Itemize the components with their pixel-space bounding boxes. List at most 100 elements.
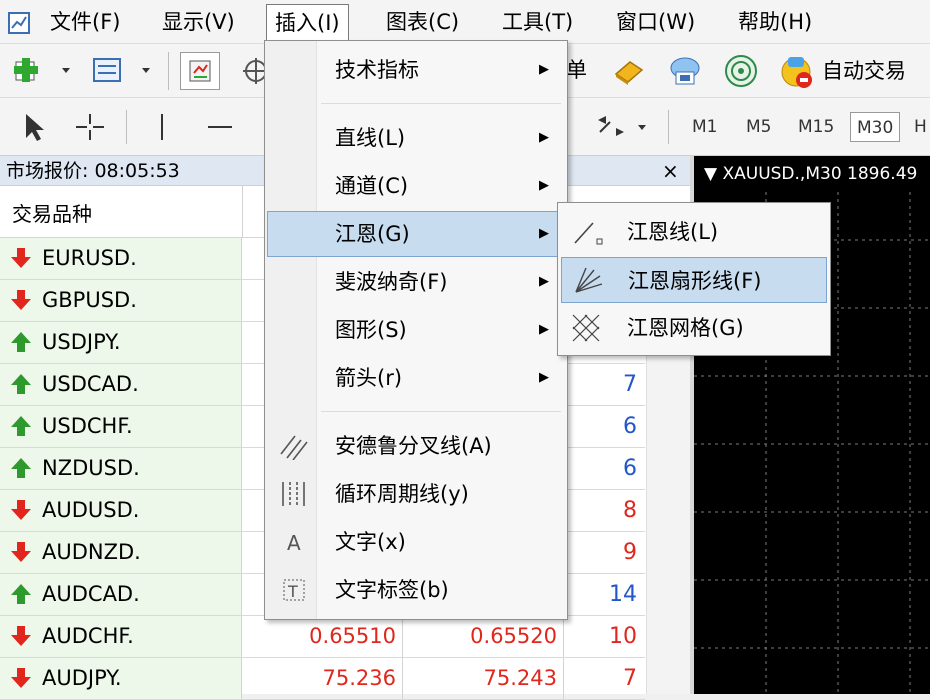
eraser-icon[interactable] [612, 56, 646, 86]
gann-submenu: 江恩线(L) 江恩扇形线(F) 江恩网格(G) [557, 202, 831, 356]
new-chart-button[interactable] [12, 56, 74, 86]
menu-window[interactable]: 窗口(W) [608, 6, 703, 38]
arrow-down-icon [10, 247, 32, 269]
menu-item-arrows[interactable]: 箭头(r) ▶ [267, 355, 565, 401]
menubar: 文件(F) 显示(V) 插入(I) 图表(C) 工具(T) 窗口(W) 帮助(H… [0, 0, 930, 44]
spread-cell: 14 [609, 582, 637, 607]
wifi-signal-icon[interactable] [724, 54, 758, 88]
andrews-pitchfork-icon [279, 432, 309, 461]
signals-icon[interactable] [668, 54, 702, 88]
symbol-cell: EURUSD. [0, 238, 242, 279]
symbol-name: AUDJPY. [42, 666, 122, 690]
menu-help[interactable]: 帮助(H) [730, 6, 820, 38]
ask-cell: 0.65520 [404, 616, 564, 657]
arrow-up-icon [10, 373, 32, 395]
timeframe-m30[interactable]: M30 [850, 112, 901, 142]
spread-cell: 6 [623, 414, 637, 439]
symbol-cell: AUDNZD. [0, 532, 242, 573]
symbol-name: AUDUSD. [42, 498, 140, 522]
gann-fan-icon [572, 266, 604, 296]
profiles-button[interactable] [90, 56, 156, 86]
spread-cell: 10 [609, 624, 637, 649]
symbol-cell: USDCAD. [0, 364, 242, 405]
ask-cell: 75.243 [404, 658, 564, 699]
menu-file[interactable]: 文件(F) [42, 6, 128, 38]
submenu-arrow-icon: ▶ [539, 62, 549, 77]
gann-line-icon [571, 217, 603, 247]
menu-view[interactable]: 显示(V) [154, 6, 243, 38]
timeframe-m1[interactable]: M1 [686, 112, 723, 142]
timeframe-h[interactable]: H [908, 112, 930, 142]
chart-collapse-icon[interactable]: ▼ [704, 164, 722, 184]
chart-header: ▼ XAUUSD.,M30 1896.49 [704, 164, 917, 184]
submenu-arrow-icon: ▶ [539, 178, 549, 193]
text-icon: A [279, 528, 309, 556]
arrow-up-icon [10, 583, 32, 605]
cursor-icon[interactable] [22, 112, 48, 142]
menu-item-indicators[interactable]: 技术指标 ▶ [267, 47, 565, 93]
submenu-arrow-icon: ▶ [539, 322, 549, 337]
submenu-item-gann-line[interactable]: 江恩线(L) [561, 209, 827, 255]
symbol-cell: NZDUSD. [0, 448, 242, 489]
arrows-dropdown-icon[interactable] [594, 112, 654, 142]
spread-cell: 7 [623, 666, 637, 691]
menu-item-andrews-pitchfork[interactable]: 安德鲁分叉线(A) [267, 423, 565, 469]
symbol-name: AUDNZD. [42, 540, 141, 564]
toolbar-partial-label[interactable]: 单 [566, 54, 587, 86]
submenu-arrow-icon: ▶ [539, 370, 549, 385]
submenu-item-gann-grid[interactable]: 江恩网格(G) [561, 305, 827, 351]
menu-item-fibonacci[interactable]: 斐波纳奇(F) ▶ [267, 259, 565, 305]
bid-cell: 75.236 [243, 658, 403, 699]
symbol-cell: GBPUSD. [0, 280, 242, 321]
arrow-down-icon [10, 667, 32, 689]
crosshair-button[interactable] [240, 56, 267, 86]
menu-item-channels[interactable]: 通道(C) ▶ [267, 163, 565, 209]
symbol-cell: USDJPY. [0, 322, 242, 363]
gann-grid-icon [571, 313, 603, 343]
menu-tools[interactable]: 工具(T) [494, 6, 581, 38]
menu-item-gann[interactable]: 江恩(G) ▶ [267, 211, 565, 257]
timeframe-m5[interactable]: M5 [740, 112, 777, 142]
arrow-down-icon [10, 541, 32, 563]
menu-insert[interactable]: 插入(I) [266, 4, 349, 42]
symbol-name: USDJPY. [42, 330, 121, 354]
submenu-arrow-icon: ▶ [539, 130, 549, 145]
symbol-cell: AUDCAD. [0, 574, 242, 615]
submenu-item-gann-fan[interactable]: 江恩扇形线(F) [561, 257, 827, 303]
crosshair-tool-icon[interactable] [74, 112, 106, 142]
spread-cell: 9 [623, 540, 637, 565]
market-watch-title: 市场报价: 08:05:53 [6, 160, 180, 182]
symbol-cell: USDCHF. [0, 406, 242, 447]
auto-trading-button[interactable]: 自动交易 [778, 52, 928, 90]
menu-item-lines[interactable]: 直线(L) ▶ [267, 115, 565, 161]
menu-charts[interactable]: 图表(C) [378, 6, 467, 38]
cycle-lines-icon [279, 480, 309, 508]
symbol-cell: AUDCHF. [0, 616, 242, 657]
auto-trading-label: 自动交易 [822, 59, 906, 83]
horizontal-line-icon[interactable] [206, 112, 234, 142]
arrow-down-icon [10, 499, 32, 521]
market-watch-toggle-button[interactable] [180, 52, 220, 90]
close-icon[interactable]: × [662, 158, 679, 184]
menu-item-shapes[interactable]: 图形(S) ▶ [267, 307, 565, 353]
menu-item-cycle-lines[interactable]: 循环周期线(y) [267, 471, 565, 517]
symbol-name: GBPUSD. [42, 288, 137, 312]
app-icon [8, 12, 30, 34]
menu-item-text[interactable]: A 文字(x) [267, 519, 565, 565]
symbol-name: AUDCHF. [42, 624, 134, 648]
menu-item-text-label[interactable]: T 文字标签(b) [267, 567, 565, 613]
symbol-name: USDCHF. [42, 414, 133, 438]
chart-symbol-label: XAUUSD.,M30 1896.49 [722, 164, 918, 184]
column-symbol-header[interactable]: 交易品种 [12, 198, 92, 227]
vertical-line-icon[interactable] [154, 112, 170, 142]
timeframe-m15[interactable]: M15 [792, 112, 840, 142]
insert-menu-dropdown: 技术指标 ▶ 直线(L) ▶ 通道(C) ▶ 江恩(G) ▶ 斐波纳奇(F) ▶… [264, 40, 568, 620]
symbol-name: AUDCAD. [42, 582, 140, 606]
symbol-name: EURUSD. [42, 246, 137, 270]
bid-cell: 0.65510 [243, 616, 403, 657]
svg-text:T: T [287, 582, 298, 601]
market-watch-row[interactable]: AUDCHF. 0.65510 0.65520 10 [0, 616, 645, 658]
text-label-icon: T [279, 576, 309, 604]
arrow-up-icon [10, 457, 32, 479]
svg-text:A: A [287, 531, 301, 555]
